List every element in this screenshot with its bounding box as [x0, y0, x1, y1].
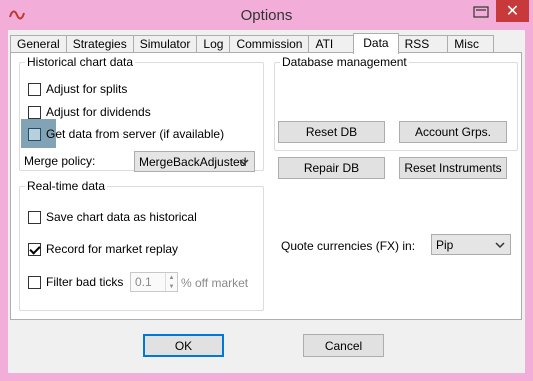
repair-db-button[interactable]: Repair DB [278, 157, 385, 179]
cancel-button[interactable]: Cancel [303, 334, 384, 357]
title-bar[interactable]: Options ✕ [0, 0, 533, 30]
dialog-client-area: General Strategies Simulator Log Commiss… [8, 30, 525, 373]
get-data-from-server-checkbox[interactable]: Get data from server (if available) [28, 125, 224, 143]
save-chart-data-checkbox[interactable]: Save chart data as historical [28, 208, 197, 226]
options-window: Options ✕ General Strategies Simulator L… [0, 0, 533, 381]
filter-threshold-value[interactable]: 0.1 [131, 275, 165, 289]
tab-strip: General Strategies Simulator Log Commiss… [10, 33, 494, 54]
get-data-from-server-label: Get data from server (if available) [46, 127, 225, 141]
adjust-splits-checkbox[interactable]: Adjust for splits [28, 80, 127, 98]
tab-simulator[interactable]: Simulator [132, 35, 198, 53]
save-chart-data-label: Save chart data as historical [46, 210, 197, 224]
close-icon: ✕ [505, 3, 520, 20]
help-icon [473, 6, 489, 18]
merge-policy-label: Merge policy: [24, 154, 96, 168]
checkbox-box[interactable] [28, 105, 41, 119]
reset-instruments-button[interactable]: Reset Instruments [399, 157, 507, 179]
checkbox-box-checked[interactable] [28, 242, 41, 256]
close-button[interactable]: ✕ [496, 0, 529, 22]
record-market-replay-checkbox[interactable]: Record for market replay [28, 240, 178, 258]
tab-misc[interactable]: Misc [447, 35, 494, 53]
database-group-legend: Database management [282, 55, 407, 69]
tab-log[interactable]: Log [196, 35, 231, 53]
tab-rss[interactable]: RSS [397, 35, 449, 53]
quote-currencies-value: Pip [436, 237, 454, 252]
adjust-splits-label: Adjust for splits [46, 82, 128, 96]
tab-general[interactable]: General [10, 35, 67, 53]
ok-button[interactable]: OK [143, 334, 224, 357]
tab-data[interactable]: Data [353, 33, 399, 54]
account-grps-button[interactable]: Account Grps. [399, 121, 507, 143]
realtime-group-legend: Real-time data [27, 179, 106, 193]
chevron-down-icon [495, 242, 505, 249]
quote-currencies-label: Quote currencies (FX) in: [281, 239, 416, 253]
filter-suffix-label: % off market [181, 276, 249, 290]
checkbox-box[interactable] [28, 275, 41, 289]
checkbox-box[interactable] [28, 210, 41, 224]
quote-currencies-select[interactable]: Pip [431, 234, 511, 255]
merge-policy-value: MergeBackAdjusted [139, 154, 247, 169]
help-button[interactable] [468, 2, 494, 22]
stepper-arrows[interactable]: ▲ ▼ [165, 273, 177, 291]
adjust-dividends-label: Adjust for dividends [46, 105, 151, 119]
stepper-up-icon[interactable]: ▲ [166, 273, 177, 282]
checkbox-box[interactable] [28, 82, 41, 96]
stepper-down-icon[interactable]: ▼ [166, 282, 177, 291]
tab-strategies[interactable]: Strategies [65, 35, 134, 53]
adjust-dividends-checkbox[interactable]: Adjust for dividends [28, 103, 151, 121]
merge-policy-select[interactable]: MergeBackAdjusted [134, 151, 255, 172]
data-tab-panel: Historical chart data Adjust for splits … [10, 52, 522, 320]
tab-ati[interactable]: ATI [308, 35, 355, 53]
reset-db-button[interactable]: Reset DB [278, 121, 385, 143]
record-market-replay-label: Record for market replay [46, 242, 179, 256]
chevron-down-icon [239, 159, 249, 166]
filter-threshold-stepper[interactable]: 0.1 ▲ ▼ [130, 272, 178, 292]
filter-bad-ticks-checkbox[interactable]: Filter bad ticks [28, 273, 123, 291]
checkbox-box[interactable] [28, 127, 41, 141]
historical-group-legend: Historical chart data [27, 55, 134, 69]
window-title: Options [240, 7, 293, 24]
filter-bad-ticks-label: Filter bad ticks [46, 275, 124, 289]
tab-commission[interactable]: Commission [229, 35, 310, 53]
